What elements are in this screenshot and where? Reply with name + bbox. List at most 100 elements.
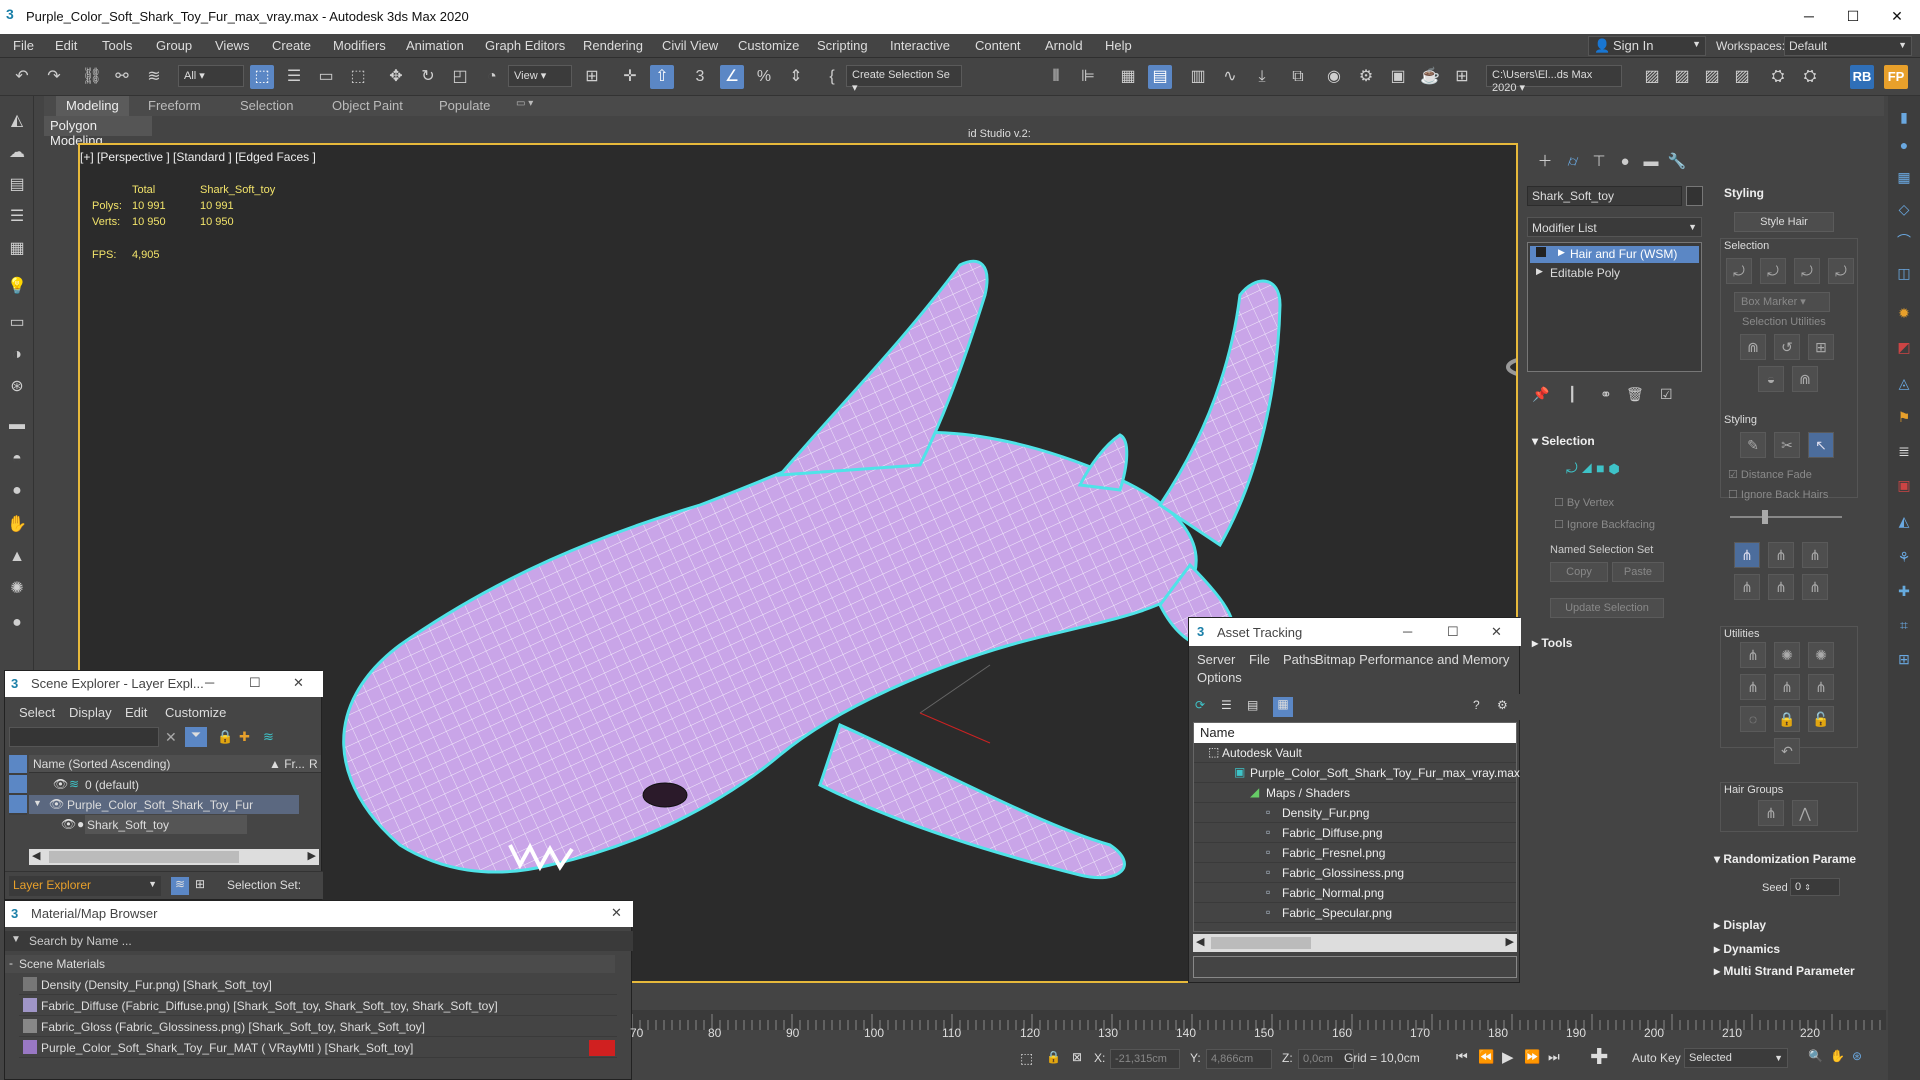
selection-rollout-header[interactable]: ▾ Selection: [1532, 434, 1595, 448]
grid-icon[interactable]: ▦: [6, 238, 28, 260]
menu-views[interactable]: Views: [215, 38, 249, 53]
minimize-button[interactable]: ─: [1403, 624, 1412, 639]
utility-icon-2[interactable]: ✺: [1774, 642, 1800, 668]
menu-animation[interactable]: Animation: [406, 38, 464, 53]
xyz-icon[interactable]: ✚: [1893, 580, 1915, 602]
clump-icon[interactable]: ⋔: [1734, 574, 1760, 600]
toggle-ribbon-icon[interactable]: ▤: [1148, 65, 1172, 89]
brush-size-slider[interactable]: [1730, 516, 1842, 518]
viewport-label[interactable]: [+] [Perspective ] [Standard ] [Edged Fa…: [80, 150, 316, 164]
document-icon[interactable]: ▤: [6, 174, 28, 196]
close-button[interactable]: ✕: [1882, 6, 1912, 28]
scroll-left-icon[interactable]: ◀: [1196, 935, 1204, 948]
percent-snap-icon[interactable]: %: [752, 65, 776, 89]
utilities-tab-icon[interactable]: 🔧: [1666, 151, 1688, 173]
pivot-icon[interactable]: ⊞: [580, 65, 604, 89]
auto-key-button[interactable]: Auto Key: [1632, 1051, 1681, 1065]
settings-icon[interactable]: ⚙: [1497, 698, 1508, 712]
x-coordinate-field[interactable]: -21,315cm: [1110, 1049, 1180, 1069]
tab-selection[interactable]: Selection: [240, 98, 293, 113]
compound-icon[interactable]: ⚘: [1893, 546, 1915, 568]
copy-button[interactable]: Copy: [1550, 562, 1608, 582]
project-folder-dropdown[interactable]: C:\Users\El...ds Max 2020 ▾: [1486, 65, 1622, 94]
lock-icon[interactable]: 🔒: [217, 729, 233, 745]
show-end-result-icon[interactable]: ┃: [1568, 386, 1576, 403]
helper-icon[interactable]: ◑: [6, 344, 28, 366]
at-menu-options[interactable]: Options: [1197, 670, 1242, 685]
style-hair-button[interactable]: Style Hair: [1734, 212, 1834, 232]
asset-row-maps[interactable]: ◢ Maps / Shaders: [1194, 783, 1516, 803]
expand-arrow-icon[interactable]: ▶: [1558, 247, 1565, 258]
window-crossing-icon[interactable]: ⬚: [346, 65, 370, 89]
reference-coordinate-dropdown[interactable]: View ▾: [508, 65, 572, 87]
utility-icon-7[interactable]: ◌: [1740, 706, 1766, 732]
at-menu-paths[interactable]: Paths: [1283, 652, 1316, 667]
at-menu-server[interactable]: Server: [1197, 652, 1235, 667]
asset-row-max-file[interactable]: ▣ Purple_Color_Soft_Shark_Toy_Fur_max_vr…: [1194, 763, 1520, 783]
layer-explorer-icon[interactable]: ▦: [1116, 65, 1140, 89]
select-manipulate-icon[interactable]: ✛: [618, 65, 642, 89]
se-menu-customize[interactable]: Customize: [165, 705, 226, 720]
align-icon[interactable]: ⊫: [1076, 65, 1100, 89]
se-menu-select[interactable]: Select: [19, 705, 55, 720]
eye-icon[interactable]: 👁: [49, 797, 64, 811]
cylinder-icon[interactable]: ▮: [1893, 106, 1915, 128]
ignore-back-hairs-checkbox[interactable]: ☐ Ignore Back Hairs: [1728, 488, 1828, 501]
menu-customize[interactable]: Customize: [738, 38, 799, 53]
material-row[interactable]: Fabric_Gloss (Fabric_Glossiness.png) [Sh…: [19, 1017, 617, 1037]
box-icon[interactable]: ◫: [1893, 262, 1915, 284]
filter-icon[interactable]: ⏷: [185, 727, 207, 747]
material-row[interactable]: Density (Density_Fur.png) [Shark_Soft_to…: [19, 975, 617, 995]
ball-icon[interactable]: ●: [6, 612, 28, 634]
object-name-field[interactable]: Shark_Soft_toy: [1527, 186, 1682, 206]
explorer-type-dropdown[interactable]: Layer Explorer ▼: [9, 876, 161, 896]
hierarchy-tab-icon[interactable]: ⊤: [1588, 151, 1610, 173]
asset-row-map[interactable]: ▫ Fabric_Fresnel.png: [1194, 843, 1516, 863]
unlock-icon[interactable]: 🔓: [1808, 706, 1834, 732]
split-group-icon[interactable]: ⋔: [1758, 800, 1784, 826]
horizontal-scrollbar[interactable]: ◀ ▶: [29, 849, 319, 865]
display-helpers-icon[interactable]: [9, 775, 27, 793]
hair-cut-icon[interactable]: ✂: [1774, 432, 1800, 458]
isolate-selection-icon[interactable]: ⬚: [1020, 1050, 1033, 1067]
project-icon-2[interactable]: ▨: [1670, 65, 1694, 89]
menu-help[interactable]: Help: [1105, 38, 1132, 53]
scroll-right-icon[interactable]: ▶: [1506, 935, 1514, 948]
utility-icon-6[interactable]: ⋔: [1808, 674, 1834, 700]
asset-row-map[interactable]: ▫ Fabric_Glossiness.png: [1194, 863, 1516, 883]
brush-size-slider-handle[interactable]: [1762, 510, 1768, 524]
help-icon[interactable]: ?: [1473, 698, 1480, 712]
refresh-icon[interactable]: ⟳: [1195, 698, 1205, 712]
grid-view-icon[interactable]: ▦: [1273, 697, 1293, 717]
undo-hair-icon[interactable]: ↶: [1774, 738, 1800, 764]
menu-civil-view[interactable]: Civil View: [662, 38, 718, 53]
select-by-name-icon[interactable]: ☰: [282, 65, 306, 89]
by-vertex-checkbox[interactable]: ☐ By Vertex: [1554, 496, 1614, 509]
select-hair-icon-4[interactable]: ⤾: [1828, 258, 1854, 284]
utility-icon-4[interactable]: ⋔: [1740, 674, 1766, 700]
hide-selected-icon[interactable]: ◒: [1758, 366, 1784, 392]
menu-scripting[interactable]: Scripting: [817, 38, 868, 53]
close-button[interactable]: ✕: [1491, 624, 1502, 640]
bind-spacewarp-icon[interactable]: ≋: [142, 65, 166, 89]
material-search-input[interactable]: ▼ Search by Name ...: [5, 931, 633, 951]
layers-icon[interactable]: ≣: [1893, 440, 1915, 462]
rotate-hair-icon[interactable]: ⋔: [1768, 574, 1794, 600]
rectangle-region-icon[interactable]: ▭: [314, 65, 338, 89]
menu-rendering[interactable]: Rendering: [583, 38, 643, 53]
asset-tree-header[interactable]: Name: [1194, 723, 1516, 743]
menu-file[interactable]: File: [13, 38, 34, 53]
asset-row-map[interactable]: ▫ Fabric_Specular.png: [1194, 903, 1516, 923]
utility-icon-1[interactable]: ⋔: [1740, 642, 1766, 668]
asset-row-map[interactable]: ▫ Fabric_Diffuse.png: [1194, 823, 1516, 843]
pan-icon[interactable]: ✋: [1830, 1049, 1845, 1063]
make-unique-icon[interactable]: ⚭: [1600, 386, 1612, 403]
menu-edit[interactable]: Edit: [55, 38, 77, 53]
select-object-icon[interactable]: ⬚: [250, 65, 274, 89]
dope-sheet-icon[interactable]: ⤓: [1250, 65, 1274, 89]
plane-icon[interactable]: ▬: [6, 414, 28, 436]
display-objects-icon[interactable]: [9, 755, 27, 773]
minimize-button[interactable]: ─: [1794, 6, 1824, 28]
polygon-modeling-panel[interactable]: Polygon Modeling: [44, 116, 152, 148]
keyboard-shortcut-override-icon[interactable]: ⇧: [650, 65, 674, 89]
